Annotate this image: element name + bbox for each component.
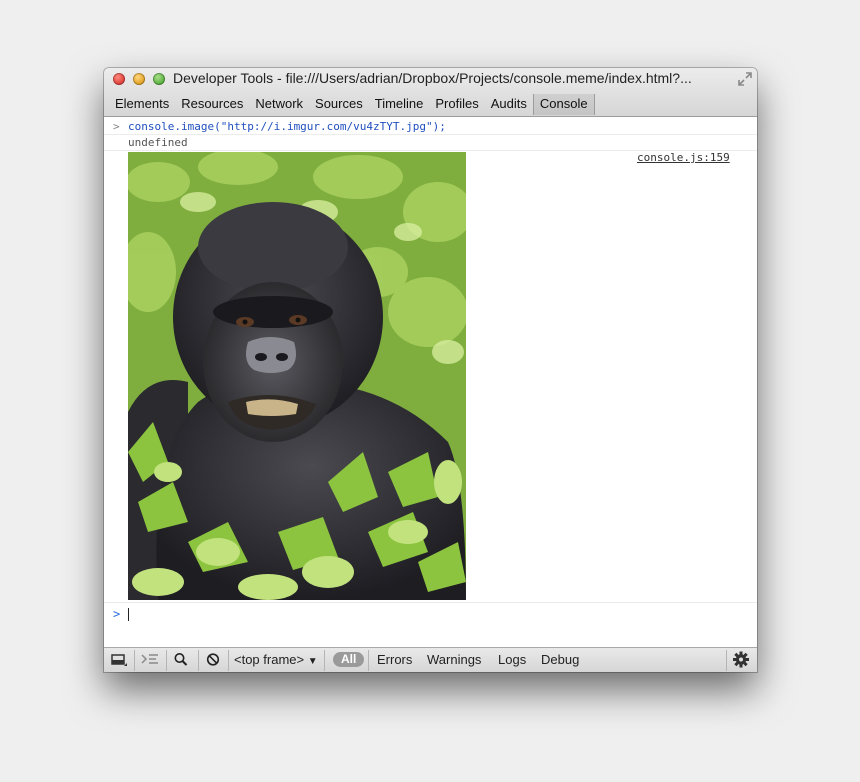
tab-audits[interactable]: Audits xyxy=(485,94,533,115)
tab-resources[interactable]: Resources xyxy=(175,94,249,115)
titlebar: Developer Tools - file:///Users/adrian/D… xyxy=(104,68,757,117)
console-statusbar: <top frame> ▼ All Errors Warnings Logs D… xyxy=(104,647,757,672)
filter-warnings[interactable]: Warnings xyxy=(427,648,481,672)
console-command-row: > console.image("http://i.imgur.com/vu4z… xyxy=(104,119,757,135)
filter-errors[interactable]: Errors xyxy=(377,648,412,672)
frame-select[interactable]: <top frame> ▼ xyxy=(234,648,318,672)
result-text: undefined xyxy=(128,136,188,149)
logged-gorilla-image xyxy=(128,152,466,600)
filter-all[interactable]: All xyxy=(333,652,365,667)
panel-tabs: Elements Resources Network Sources Timel… xyxy=(109,94,595,116)
tab-network[interactable]: Network xyxy=(249,94,309,115)
execution-context-icon[interactable] xyxy=(140,648,160,672)
fullscreen-icon[interactable] xyxy=(737,72,753,88)
console-panel: > console.image("http://i.imgur.com/vu4z… xyxy=(104,117,757,647)
minimize-button[interactable] xyxy=(133,73,145,85)
maximize-button[interactable] xyxy=(153,73,165,85)
settings-gear-icon[interactable] xyxy=(732,648,750,672)
source-link[interactable]: console.js:159 xyxy=(637,151,730,164)
search-icon[interactable] xyxy=(173,648,189,672)
clear-console-icon[interactable] xyxy=(205,648,221,672)
filter-debug[interactable]: Debug xyxy=(541,648,579,672)
filter-logs[interactable]: Logs xyxy=(498,648,526,672)
command-chevron: > xyxy=(113,120,120,133)
dropdown-arrow-icon: ▼ xyxy=(307,656,318,667)
input-prompt-chevron: > xyxy=(113,607,121,621)
dock-icon[interactable] xyxy=(110,648,128,672)
devtools-window: Developer Tools - file:///Users/adrian/D… xyxy=(104,68,757,672)
tab-elements[interactable]: Elements xyxy=(109,94,175,115)
command-text: console.image("http://i.imgur.com/vu4zTY… xyxy=(128,120,446,133)
tab-sources[interactable]: Sources xyxy=(309,94,369,115)
tab-timeline[interactable]: Timeline xyxy=(369,94,430,115)
close-button[interactable] xyxy=(113,73,125,85)
console-result-row: undefined xyxy=(104,135,757,151)
text-caret xyxy=(128,608,129,621)
tab-profiles[interactable]: Profiles xyxy=(429,94,484,115)
tab-console[interactable]: Console xyxy=(532,94,595,115)
console-input[interactable]: > xyxy=(104,602,757,648)
window-title: Developer Tools - file:///Users/adrian/D… xyxy=(173,70,692,86)
frame-select-label: <top frame> xyxy=(234,652,305,667)
